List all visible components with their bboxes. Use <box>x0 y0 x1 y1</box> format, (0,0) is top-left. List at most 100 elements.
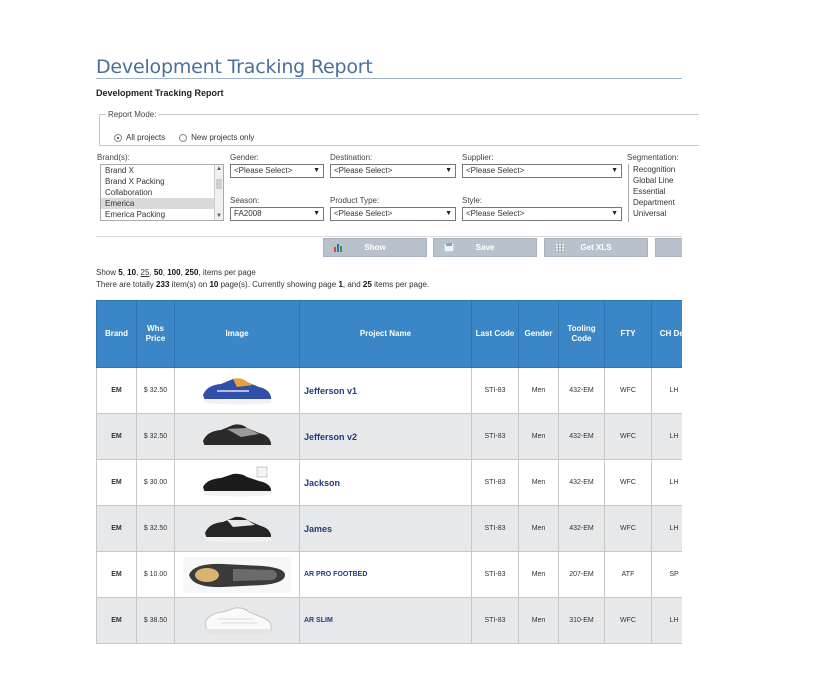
results-table-container[interactable]: Brand Whs Price Image Project Name Last … <box>96 300 682 652</box>
save-button[interactable]: Save <box>433 238 537 257</box>
radio-all-projects[interactable] <box>114 133 122 142</box>
cell-image <box>174 551 300 598</box>
gender-label: Gender: <box>230 153 259 162</box>
white-sneaker-image[interactable] <box>197 603 277 639</box>
black-sneaker-image[interactable] <box>197 465 277 501</box>
cell-fty: ATF <box>604 551 652 598</box>
season-select[interactable]: FA2008 ▼ <box>230 207 324 221</box>
supplier-label: Supplier: <box>462 153 494 162</box>
cell-project-name[interactable]: AR SLIM <box>299 597 472 644</box>
page-size-option[interactable]: 100 <box>167 268 180 277</box>
segmentation-option[interactable]: Recognition <box>633 164 684 175</box>
brand-option-selected[interactable]: Emerica <box>101 198 223 209</box>
column-header-last-code[interactable]: Last Code <box>471 300 519 368</box>
title-divider <box>96 78 682 79</box>
cell-gender: Men <box>518 459 559 506</box>
page-size-option[interactable]: 10 <box>127 268 136 277</box>
get-xls-button-label: Get XLS <box>580 243 612 252</box>
brand-option[interactable]: Brand X Packing <box>101 176 223 187</box>
cell-last-code: STI-83 <box>471 551 519 598</box>
gender-select[interactable]: <Please Select> ▼ <box>230 164 324 178</box>
table-row[interactable]: EM $ 10.00 AR PRO FOOTBED STI-83 Men 207… <box>96 551 682 598</box>
product-type-select[interactable]: <Please Select> ▼ <box>330 207 456 221</box>
page-size-option[interactable]: 250 <box>185 268 198 277</box>
radio-all-projects-label: All projects <box>126 133 166 142</box>
footbed-image[interactable] <box>183 556 291 593</box>
style-select[interactable]: <Please Select> ▼ <box>462 207 622 221</box>
table-row[interactable]: EM $ 30.00 Jackson STI-83 Men 432-EM WFC <box>96 459 682 506</box>
cell-price: $ 32.50 <box>136 413 175 460</box>
destination-select[interactable]: <Please Select> ▼ <box>330 164 456 178</box>
column-header-tooling-code[interactable]: Tooling Code <box>558 300 605 368</box>
cell-price: $ 38.50 <box>136 597 175 644</box>
cell-project-name[interactable]: Jefferson v1 <box>299 367 472 414</box>
radio-new-projects[interactable] <box>179 133 188 142</box>
cell-tooling-code: 432-EM <box>558 459 605 506</box>
cell-price: $ 30.00 <box>136 459 175 506</box>
cell-tooling-code: 310-EM <box>558 597 605 644</box>
cell-project-name[interactable]: James <box>299 505 472 552</box>
column-header-gender[interactable]: Gender <box>518 300 559 368</box>
brands-label: Brand(s): <box>97 153 130 162</box>
table-row[interactable]: EM $ 32.50 Jefferson v2 STI-83 Men 432-E… <box>96 413 682 460</box>
black-white-sneaker-image[interactable] <box>197 511 277 547</box>
gender-select-value: <Please Select> <box>234 166 293 175</box>
style-label: Style: <box>462 196 483 205</box>
brand-option[interactable]: Brand X <box>101 165 223 176</box>
brands-listbox[interactable]: Brand X Brand X Packing Collaboration Em… <box>100 164 224 221</box>
scroll-down-icon[interactable]: ▼ <box>216 213 222 219</box>
grey-sneaker-image[interactable] <box>197 419 277 455</box>
spreadsheet-icon <box>555 243 565 252</box>
save-icon <box>444 243 454 252</box>
table-row[interactable]: EM $ 32.50 James STI-83 Men 432-EM WFC L… <box>96 505 682 552</box>
page-size-option[interactable]: 5 <box>118 268 122 277</box>
segmentation-option[interactable]: Essential <box>633 186 684 197</box>
dropdown-arrow-icon: ▼ <box>445 210 452 217</box>
column-header-brand[interactable]: Brand <box>96 300 137 368</box>
column-header-image[interactable]: Image <box>174 300 300 368</box>
cell-brand: EM <box>96 597 137 644</box>
cell-ch-dev: LH <box>651 367 682 414</box>
cell-tooling-code: 432-EM <box>558 413 605 460</box>
scroll-up-icon[interactable]: ▲ <box>216 166 222 172</box>
page-size-option[interactable]: 50 <box>154 268 163 277</box>
brand-option[interactable]: Collaboration <box>101 187 223 198</box>
page-size-prefix: Show <box>96 268 117 277</box>
cell-ch-dev: LH <box>651 413 682 460</box>
segmentation-option[interactable]: Global Line <box>633 175 684 186</box>
cell-fty: WFC <box>604 413 652 460</box>
segmentation-option[interactable]: Department <box>633 197 684 208</box>
brand-option[interactable]: Emerica Packing <box>101 209 223 220</box>
page-size-selector: Show 5, 10, 25, 50, 100, 250, items per … <box>96 268 256 277</box>
cell-brand: EM <box>96 551 137 598</box>
cell-project-name[interactable]: Jefferson v2 <box>299 413 472 460</box>
supplier-select[interactable]: <Please Select> ▼ <box>462 164 622 178</box>
cell-tooling-code: 207-EM <box>558 551 605 598</box>
page-title: Development Tracking Report <box>96 56 373 78</box>
cell-last-code: STI-83 <box>471 367 519 414</box>
table-row[interactable]: EM $ 32.50 Jefferson v1 STI-83 Men 432-E… <box>96 367 682 414</box>
cell-last-code: STI-83 <box>471 459 519 506</box>
scroll-thumb[interactable] <box>216 179 222 189</box>
segmentation-option[interactable]: Universal <box>633 208 684 219</box>
table-row[interactable]: EM $ 38.50 AR SLIM STI-83 Men 310-EM WFC <box>96 597 682 644</box>
brands-scrollbar[interactable]: ▲ ▼ <box>214 165 223 220</box>
dropdown-arrow-icon: ▼ <box>611 167 618 174</box>
cell-project-name[interactable]: Jackson <box>299 459 472 506</box>
cell-project-name[interactable]: AR PRO FOOTBED <box>299 551 472 598</box>
column-header-project-name[interactable]: Project Name <box>299 300 472 368</box>
page-size-option-current[interactable]: 25 <box>141 268 150 277</box>
table-header-row: Brand Whs Price Image Project Name Last … <box>96 300 682 368</box>
more-button[interactable] <box>655 238 682 257</box>
paging-text: There are totally <box>96 280 154 289</box>
column-header-whs-price[interactable]: Whs Price <box>136 300 175 368</box>
column-header-fty[interactable]: FTY <box>604 300 652 368</box>
blue-sneaker-image[interactable] <box>197 373 277 409</box>
get-xls-button[interactable]: Get XLS <box>544 238 648 257</box>
cell-ch-dev: LH <box>651 459 682 506</box>
show-button[interactable]: Show <box>323 238 427 257</box>
cell-image <box>174 367 300 414</box>
segmentation-listbox[interactable]: Recognition Global Line Essential Depart… <box>628 164 684 222</box>
cell-price: $ 32.50 <box>136 367 175 414</box>
column-header-ch-dev[interactable]: CH Dev <box>651 300 682 368</box>
